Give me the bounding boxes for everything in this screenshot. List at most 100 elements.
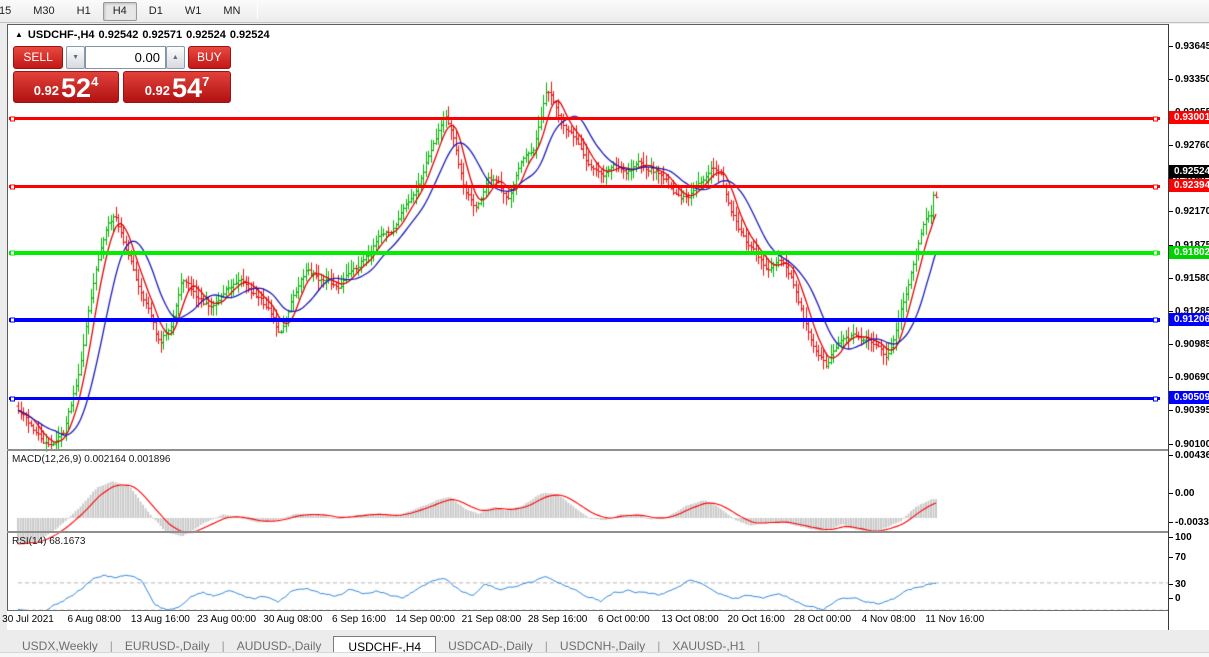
toolbar-separator [257,3,258,19]
tick-mark [1169,584,1173,585]
date-label: 30 Aug 08:00 [263,614,322,625]
axis-tick: -0.00336 [1169,516,1209,528]
status-strip [0,652,1209,657]
tick-mark [1169,46,1173,47]
line-handle[interactable] [10,318,15,323]
axis-tick: 0.92760 [1169,140,1209,152]
horizontal-line-0.92394[interactable] [9,185,1160,188]
buy-price-prefix: 0.92 [145,83,170,98]
ohlc-low: 0.92524 [186,29,226,41]
line-handle[interactable] [1153,396,1158,401]
timeframe-toolbar: 15M30H1H4D1W1MN [0,0,1209,23]
axis-tick: 0.00 [1169,487,1209,499]
buy-button[interactable]: BUY [188,46,231,69]
panel-splitter-macd[interactable] [7,449,1209,451]
date-label: 30 Jul 2021 [2,614,54,625]
price-chart-canvas[interactable] [16,50,1176,635]
date-label: 6 Aug 08:00 [67,614,120,625]
axis-tick: 70 [1169,551,1209,563]
date-label: 13 Oct 08:00 [661,614,718,625]
sell-price-prefix: 0.92 [34,83,59,98]
timeframe-W1[interactable]: W1 [175,2,212,21]
tick-mark [1169,311,1173,312]
price-badge-0.92524: 0.92524 [1169,165,1209,178]
axis-tick: 0.90690 [1169,372,1209,384]
chart-title: ▲USDCHF-,H40.925420.925710.925240.92524 [15,29,274,41]
buy-price-big: 54 [172,73,202,103]
axis-tick: 0.91580 [1169,272,1209,284]
timeframe-D1[interactable]: D1 [139,2,173,21]
price-axis: 0.936450.933500.930550.927600.924650.921… [1169,24,1209,630]
date-axis[interactable]: 30 Jul 20216 Aug 08:0013 Aug 16:0023 Aug… [7,610,1168,630]
tick-mark [1169,455,1173,456]
volume-decrease-button[interactable]: ▼ [66,46,85,69]
line-handle[interactable] [1153,184,1158,189]
buy-price-panel[interactable]: 0.92 54 7 [123,71,231,103]
date-label: 28 Oct 00:00 [794,614,851,625]
ohlc-close: 0.92524 [230,29,270,41]
sell-button[interactable]: SELL [13,46,63,69]
price-badge-0.90509: 0.90509 [1169,391,1209,404]
horizontal-line-0.91206[interactable] [9,318,1160,322]
tick-mark [1169,444,1173,445]
tick-mark [1169,537,1173,538]
tick-mark [1169,598,1173,599]
date-label: 21 Sep 08:00 [462,614,522,625]
panel-splitter-rsi[interactable] [7,531,1209,533]
spin-up-icon: ▲ [172,54,179,61]
date-label: 6 Sep 16:00 [332,614,386,625]
axis-tick: 0 [1169,592,1209,604]
timeframe-H1[interactable]: H1 [67,2,101,21]
price-badge-0.92394: 0.92394 [1169,179,1209,192]
tick-mark [1169,493,1173,494]
volume-increase-button[interactable]: ▲ [166,46,185,69]
line-handle[interactable] [1153,251,1158,256]
line-handle[interactable] [10,116,15,121]
line-handle[interactable] [10,251,15,256]
date-label: 4 Nov 08:00 [862,614,916,625]
collapse-icon[interactable]: ▲ [15,30,23,39]
axis-tick: 0.004366 [1169,449,1209,461]
tick-mark [1169,410,1173,411]
price-badge-0.91206: 0.91206 [1169,313,1209,326]
date-label: 13 Aug 16:00 [131,614,190,625]
line-handle[interactable] [10,184,15,189]
sell-price-big: 52 [61,73,91,103]
tick-mark [1169,145,1173,146]
line-handle[interactable] [10,396,15,401]
buy-price-pip: 7 [202,74,209,89]
date-label: 6 Oct 00:00 [598,614,650,625]
axis-tick: 0.93350 [1169,73,1209,85]
horizontal-line-0.91802[interactable] [9,251,1160,255]
axis-tick: 0.90985 [1169,339,1209,351]
axis-tick: 100 [1169,531,1209,543]
sell-price-pip: 4 [91,74,98,89]
horizontal-line-0.93001[interactable] [9,117,1160,120]
ohlc-high: 0.92571 [142,29,182,41]
price-badge-0.93001: 0.93001 [1169,111,1209,124]
timeframe-M30[interactable]: M30 [23,2,64,21]
spin-down-icon: ▼ [72,54,79,61]
rsi-label: RSI(14) 68.1673 [12,536,85,547]
line-handle[interactable] [1153,318,1158,323]
date-label: 14 Sep 00:00 [395,614,455,625]
timeframe-15[interactable]: 15 [0,2,21,21]
date-label: 28 Sep 16:00 [528,614,588,625]
tick-mark [1169,377,1173,378]
tick-mark [1169,211,1173,212]
ohlc-open: 0.92542 [99,29,139,41]
one-click-trading-panel: SELL ▼ ▲ BUY 0.92 52 4 0.92 54 7 [13,46,231,103]
sell-price-panel[interactable]: 0.92 52 4 [13,71,119,103]
horizontal-line-0.90509[interactable] [9,397,1160,400]
axis-tick: 0.93645 [1169,40,1209,52]
tick-mark [1169,557,1173,558]
price-badge-0.91802: 0.91802 [1169,246,1209,259]
timeframe-MN[interactable]: MN [213,2,250,21]
timeframe-H4[interactable]: H4 [103,2,137,21]
tick-mark [1169,344,1173,345]
date-label: 20 Oct 16:00 [728,614,785,625]
tick-mark [1169,79,1173,80]
volume-input[interactable] [85,46,166,69]
axis-tick: 0.92170 [1169,206,1209,218]
line-handle[interactable] [1153,116,1158,121]
